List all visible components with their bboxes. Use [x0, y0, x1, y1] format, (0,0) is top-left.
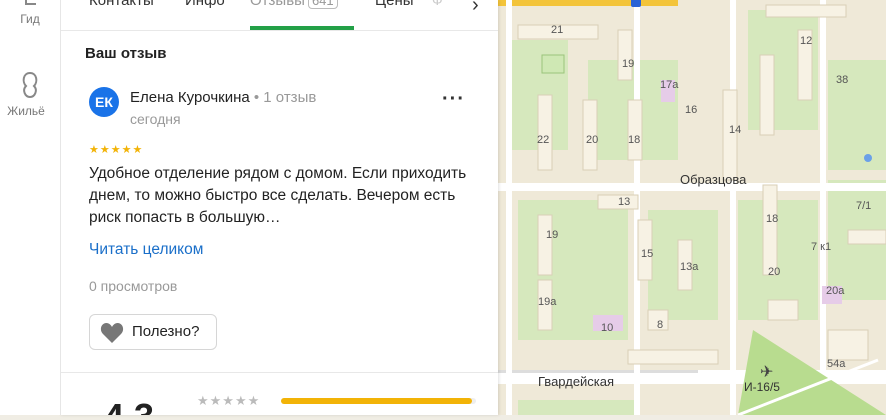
- map-building-label: 19: [546, 229, 559, 241]
- map-building-label: 7 к1: [811, 241, 832, 253]
- map-building-label: 20: [768, 266, 781, 278]
- reviews-count-badge: 641: [307, 0, 338, 9]
- airplane-icon: ✈: [760, 364, 774, 381]
- active-tab-indicator: [250, 26, 354, 30]
- rail-item-label: Жильё: [7, 104, 45, 118]
- tab-reviews[interactable]: Отзывы 641: [250, 0, 338, 9]
- map-building-label: 18: [766, 213, 779, 225]
- map-building-label: 21: [551, 24, 564, 36]
- author-review-count: • 1 отзыв: [253, 89, 317, 106]
- map-building-label: 22: [537, 134, 550, 146]
- guide-icon: [25, 0, 36, 5]
- rating-bar: [281, 398, 476, 404]
- rail-item-guide[interactable]: Гид: [0, 0, 60, 26]
- useful-button[interactable]: Полезно?: [89, 314, 217, 350]
- heart-icon: [100, 323, 124, 343]
- street-label: Гвардейская: [538, 374, 615, 389]
- read-more-link[interactable]: Читать целиком: [89, 241, 203, 259]
- map-building-label: 19: [622, 58, 635, 70]
- section-title: Ваш отзыв: [85, 45, 167, 62]
- author-name: Елена Курочкина: [130, 89, 250, 106]
- review-author[interactable]: Елена Курочкина • 1 отзыв: [130, 89, 316, 106]
- more-options-icon[interactable]: ···: [442, 88, 465, 111]
- map-building-label: 8: [657, 319, 664, 331]
- avatar[interactable]: ЕК: [89, 87, 119, 117]
- map-building-label: 19а: [538, 296, 557, 308]
- tab-overflow-fade: Ф: [432, 0, 443, 8]
- overall-rating: 4,3: [104, 396, 154, 415]
- map-building-label: 18: [628, 134, 641, 146]
- map-building-label: 10: [601, 322, 614, 334]
- tab-reviews-label: Отзывы: [250, 0, 305, 9]
- rail-item-label: Гид: [20, 12, 40, 26]
- map-building-label: 13а: [680, 261, 699, 273]
- tabs-next-arrow-icon[interactable]: ›: [472, 0, 479, 17]
- divider: [60, 372, 498, 373]
- map-building-label: 7/1: [856, 200, 872, 212]
- map-building-label: 38: [836, 74, 849, 86]
- tab-contacts[interactable]: Контакты: [89, 0, 154, 9]
- review-date: сегодня: [130, 111, 181, 127]
- review-stars: ★★★★★: [89, 144, 144, 156]
- map-canvas[interactable]: [498, 0, 886, 417]
- rating-bar-fill: [281, 398, 473, 404]
- map-building-label: 12: [800, 35, 813, 47]
- map-building-label: 15: [641, 248, 654, 260]
- tab-info[interactable]: Инфо: [185, 0, 225, 9]
- map-building-label: 20: [586, 134, 599, 146]
- map-building-label: 14: [729, 124, 742, 136]
- housing-icon: [22, 71, 38, 99]
- map-building-label: 17а: [660, 79, 679, 91]
- rail-item-housing[interactable]: Жильё: [0, 70, 60, 118]
- rating-stars-row: ★★★★★: [197, 393, 261, 408]
- map-landmark-label: И-16/5: [744, 380, 780, 394]
- map-building-label: 16: [685, 104, 698, 116]
- left-rail: Гид Жильё: [0, 0, 61, 415]
- tab-prices[interactable]: Цены: [375, 0, 414, 9]
- map-building-label: 20а: [826, 285, 845, 297]
- tab-bar: Контакты Инфо Отзывы 641 Цены Ф ›: [60, 0, 498, 31]
- map-building-label: 13: [618, 196, 631, 208]
- useful-button-label: Полезно?: [132, 323, 200, 340]
- org-panel: Контакты Инфо Отзывы 641 Цены Ф › Ваш отз…: [60, 0, 498, 415]
- map[interactable]: 21 19 17а 12 38 22 20 18 16 14 13 7/1 19…: [498, 0, 886, 417]
- street-label: Образцова: [680, 172, 747, 187]
- map-building-label: 54а: [827, 358, 846, 370]
- review-text: Удобное отделение рядом с домом. Если пр…: [89, 165, 467, 226]
- views-count: 0 просмотров: [89, 278, 178, 294]
